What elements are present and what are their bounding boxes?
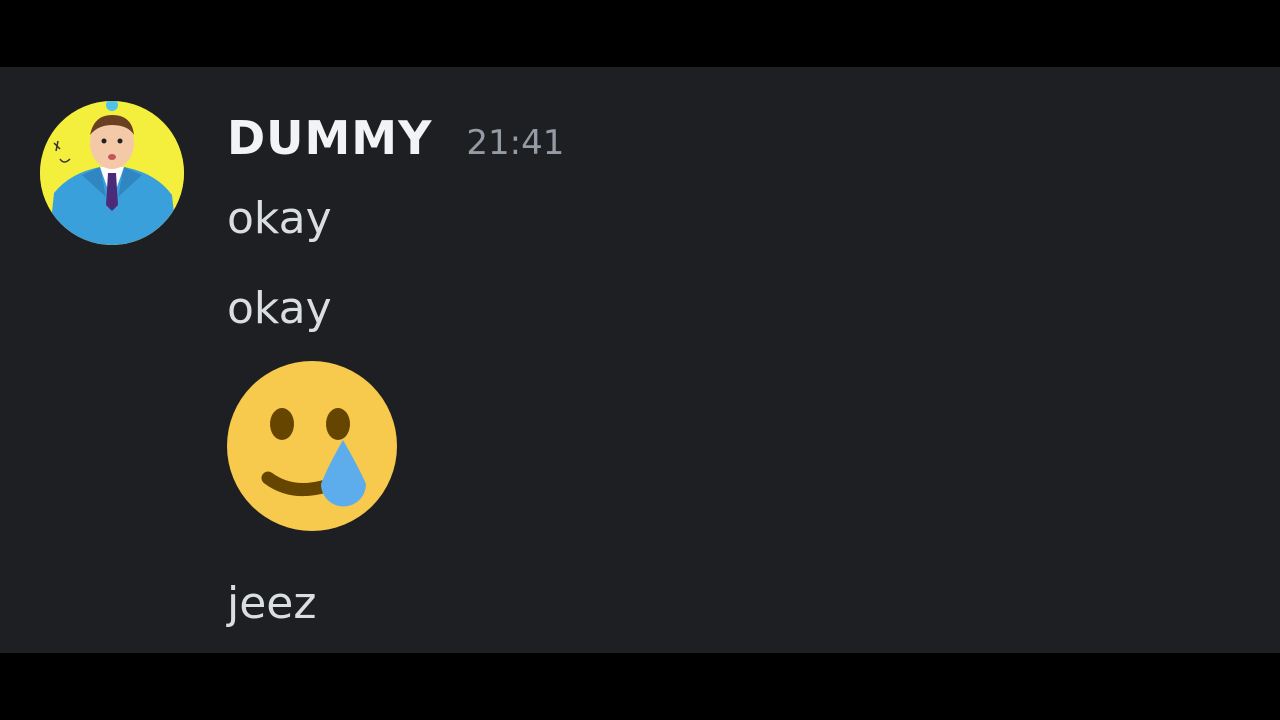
chat-message-area: DUMMY 21:41 okay okay jeez [0, 67, 1280, 653]
message-text: okay [227, 283, 332, 334]
username[interactable]: DUMMY [227, 111, 432, 165]
cartoon-man-in-blue-suit-avatar [40, 101, 184, 245]
message-header: DUMMY 21:41 [227, 111, 564, 171]
avatar[interactable] [40, 101, 184, 245]
letterbox-top [0, 0, 1280, 67]
message-text: okay [227, 193, 332, 244]
smiling-face-with-tear-icon[interactable] [226, 360, 400, 534]
message-text: jeez [227, 578, 317, 629]
timestamp: 21:41 [466, 123, 565, 163]
letterbox-bottom [0, 653, 1280, 720]
